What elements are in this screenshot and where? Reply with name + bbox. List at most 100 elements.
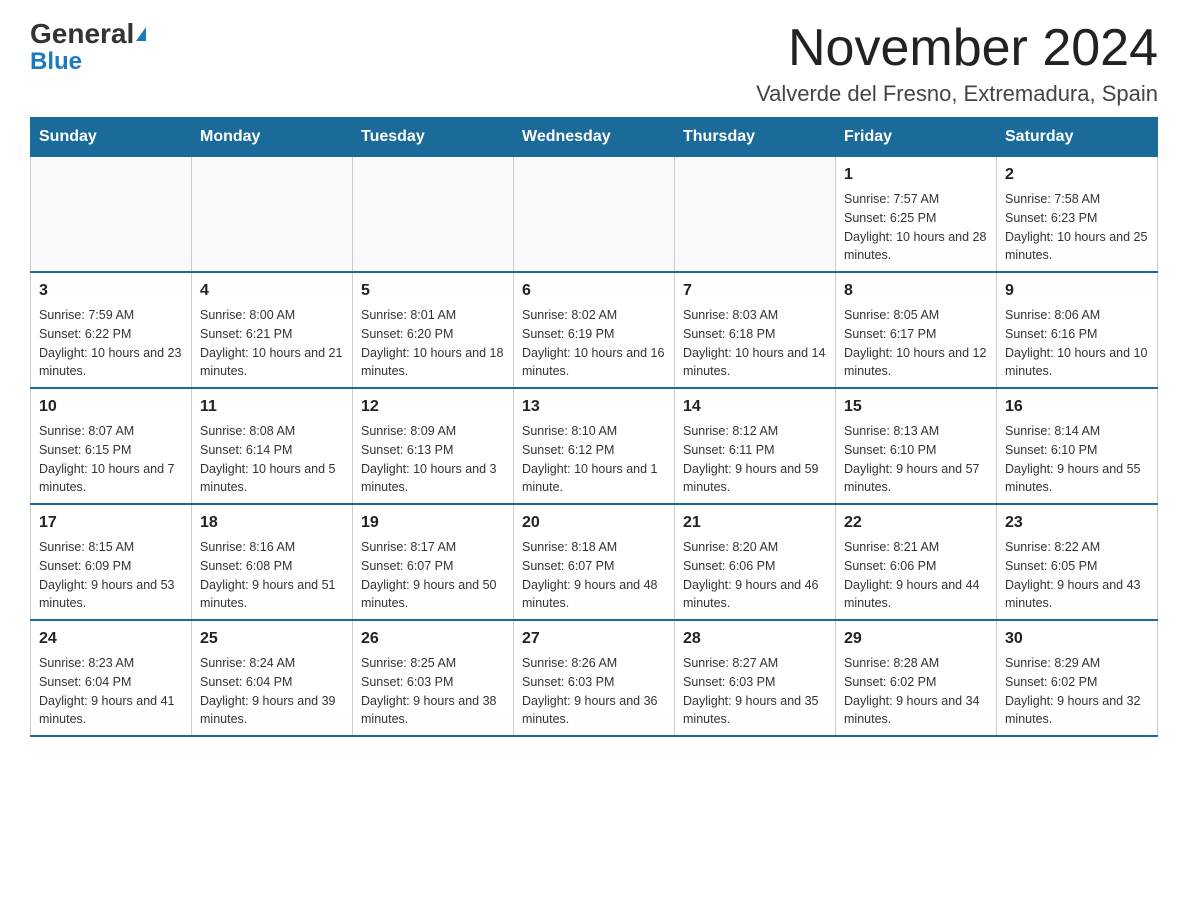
calendar-cell: 5 Sunrise: 8:01 AM Sunset: 6:20 PM Daylig… xyxy=(353,272,514,388)
day-info: Sunrise: 8:26 AM Sunset: 6:03 PM Dayligh… xyxy=(522,654,666,729)
calendar-header-row: SundayMondayTuesdayWednesdayThursdayFrid… xyxy=(31,118,1158,157)
day-info: Sunrise: 8:22 AM Sunset: 6:05 PM Dayligh… xyxy=(1005,538,1149,613)
day-info: Sunrise: 8:01 AM Sunset: 6:20 PM Dayligh… xyxy=(361,306,505,381)
day-info: Sunrise: 8:21 AM Sunset: 6:06 PM Dayligh… xyxy=(844,538,988,613)
calendar-cell xyxy=(353,157,514,273)
day-info: Sunrise: 8:12 AM Sunset: 6:11 PM Dayligh… xyxy=(683,422,827,497)
day-number: 23 xyxy=(1005,511,1149,535)
logo: General Blue xyxy=(30,20,146,76)
day-number: 26 xyxy=(361,627,505,651)
calendar-week-row: 24 Sunrise: 8:23 AM Sunset: 6:04 PM Dayli… xyxy=(31,620,1158,736)
day-number: 11 xyxy=(200,395,344,419)
calendar-cell: 26 Sunrise: 8:25 AM Sunset: 6:03 PM Dayli… xyxy=(353,620,514,736)
day-info: Sunrise: 7:59 AM Sunset: 6:22 PM Dayligh… xyxy=(39,306,183,381)
calendar-cell: 29Sunrise: 8:28 AM Sunset: 6:02 PM Dayli… xyxy=(836,620,997,736)
header-thursday: Thursday xyxy=(675,118,836,157)
calendar-week-row: 17 Sunrise: 8:15 AM Sunset: 6:09 PM Dayli… xyxy=(31,504,1158,620)
day-info: Sunrise: 8:08 AM Sunset: 6:14 PM Dayligh… xyxy=(200,422,344,497)
day-number: 2 xyxy=(1005,163,1149,187)
day-info: Sunrise: 7:58 AM Sunset: 6:23 PM Dayligh… xyxy=(1005,190,1149,265)
calendar-cell: 1 Sunrise: 7:57 AM Sunset: 6:25 PM Daylig… xyxy=(836,157,997,273)
calendar-location: Valverde del Fresno, Extremadura, Spain xyxy=(756,81,1158,107)
day-info: Sunrise: 7:57 AM Sunset: 6:25 PM Dayligh… xyxy=(844,190,988,265)
calendar-table: SundayMondayTuesdayWednesdayThursdayFrid… xyxy=(30,117,1158,737)
calendar-cell xyxy=(192,157,353,273)
day-number: 25 xyxy=(200,627,344,651)
day-info: Sunrise: 8:03 AM Sunset: 6:18 PM Dayligh… xyxy=(683,306,827,381)
page-header: General Blue November 2024 Valverde del … xyxy=(30,20,1158,107)
calendar-cell: 13Sunrise: 8:10 AM Sunset: 6:12 PM Dayli… xyxy=(514,388,675,504)
day-number: 7 xyxy=(683,279,827,303)
day-info: Sunrise: 8:07 AM Sunset: 6:15 PM Dayligh… xyxy=(39,422,183,497)
calendar-cell: 16 Sunrise: 8:14 AM Sunset: 6:10 PM Dayli… xyxy=(997,388,1158,504)
calendar-cell: 19 Sunrise: 8:17 AM Sunset: 6:07 PM Dayli… xyxy=(353,504,514,620)
calendar-cell: 11 Sunrise: 8:08 AM Sunset: 6:14 PM Dayli… xyxy=(192,388,353,504)
calendar-cell: 20 Sunrise: 8:18 AM Sunset: 6:07 PM Dayli… xyxy=(514,504,675,620)
day-info: Sunrise: 8:23 AM Sunset: 6:04 PM Dayligh… xyxy=(39,654,183,729)
header-wednesday: Wednesday xyxy=(514,118,675,157)
calendar-cell: 25 Sunrise: 8:24 AM Sunset: 6:04 PM Dayli… xyxy=(192,620,353,736)
calendar-week-row: 3 Sunrise: 7:59 AM Sunset: 6:22 PM Daylig… xyxy=(31,272,1158,388)
calendar-cell: 14 Sunrise: 8:12 AM Sunset: 6:11 PM Dayli… xyxy=(675,388,836,504)
day-number: 10 xyxy=(39,395,183,419)
day-info: Sunrise: 8:14 AM Sunset: 6:10 PM Dayligh… xyxy=(1005,422,1149,497)
day-number: 22 xyxy=(844,511,988,535)
day-number: 6 xyxy=(522,279,666,303)
calendar-cell: 10 Sunrise: 8:07 AM Sunset: 6:15 PM Dayli… xyxy=(31,388,192,504)
day-info: Sunrise: 8:09 AM Sunset: 6:13 PM Dayligh… xyxy=(361,422,505,497)
day-info: Sunrise: 8:00 AM Sunset: 6:21 PM Dayligh… xyxy=(200,306,344,381)
calendar-cell: 6 Sunrise: 8:02 AM Sunset: 6:19 PM Daylig… xyxy=(514,272,675,388)
day-number: 24 xyxy=(39,627,183,651)
day-number: 17 xyxy=(39,511,183,535)
day-info: Sunrise: 8:02 AM Sunset: 6:19 PM Dayligh… xyxy=(522,306,666,381)
calendar-cell: 7 Sunrise: 8:03 AM Sunset: 6:18 PM Daylig… xyxy=(675,272,836,388)
calendar-cell xyxy=(675,157,836,273)
calendar-week-row: 10 Sunrise: 8:07 AM Sunset: 6:15 PM Dayli… xyxy=(31,388,1158,504)
calendar-cell: 24 Sunrise: 8:23 AM Sunset: 6:04 PM Dayli… xyxy=(31,620,192,736)
day-info: Sunrise: 8:27 AM Sunset: 6:03 PM Dayligh… xyxy=(683,654,827,729)
day-number: 28 xyxy=(683,627,827,651)
calendar-cell xyxy=(514,157,675,273)
day-number: 15 xyxy=(844,395,988,419)
calendar-cell: 30Sunrise: 8:29 AM Sunset: 6:02 PM Dayli… xyxy=(997,620,1158,736)
calendar-week-row: 1 Sunrise: 7:57 AM Sunset: 6:25 PM Daylig… xyxy=(31,157,1158,273)
day-info: Sunrise: 8:25 AM Sunset: 6:03 PM Dayligh… xyxy=(361,654,505,729)
calendar-cell: 17 Sunrise: 8:15 AM Sunset: 6:09 PM Dayli… xyxy=(31,504,192,620)
day-info: Sunrise: 8:17 AM Sunset: 6:07 PM Dayligh… xyxy=(361,538,505,613)
calendar-cell: 8 Sunrise: 8:05 AM Sunset: 6:17 PM Daylig… xyxy=(836,272,997,388)
logo-text-blue: Blue xyxy=(30,48,82,75)
day-number: 1 xyxy=(844,163,988,187)
day-number: 16 xyxy=(1005,395,1149,419)
calendar-cell: 18 Sunrise: 8:16 AM Sunset: 6:08 PM Dayli… xyxy=(192,504,353,620)
day-number: 4 xyxy=(200,279,344,303)
calendar-cell: 12 Sunrise: 8:09 AM Sunset: 6:13 PM Dayli… xyxy=(353,388,514,504)
day-info: Sunrise: 8:20 AM Sunset: 6:06 PM Dayligh… xyxy=(683,538,827,613)
day-number: 18 xyxy=(200,511,344,535)
logo-text-general: General xyxy=(30,20,134,48)
day-number: 8 xyxy=(844,279,988,303)
day-info: Sunrise: 8:05 AM Sunset: 6:17 PM Dayligh… xyxy=(844,306,988,381)
day-number: 30 xyxy=(1005,627,1149,651)
day-number: 5 xyxy=(361,279,505,303)
day-info: Sunrise: 8:18 AM Sunset: 6:07 PM Dayligh… xyxy=(522,538,666,613)
calendar-title: November 2024 xyxy=(756,20,1158,77)
day-number: 13 xyxy=(522,395,666,419)
calendar-cell: 9Sunrise: 8:06 AM Sunset: 6:16 PM Daylig… xyxy=(997,272,1158,388)
day-number: 20 xyxy=(522,511,666,535)
day-info: Sunrise: 8:16 AM Sunset: 6:08 PM Dayligh… xyxy=(200,538,344,613)
day-number: 14 xyxy=(683,395,827,419)
day-info: Sunrise: 8:28 AM Sunset: 6:02 PM Dayligh… xyxy=(844,654,988,729)
calendar-cell: 4 Sunrise: 8:00 AM Sunset: 6:21 PM Daylig… xyxy=(192,272,353,388)
day-info: Sunrise: 8:06 AM Sunset: 6:16 PM Dayligh… xyxy=(1005,306,1149,381)
day-info: Sunrise: 8:24 AM Sunset: 6:04 PM Dayligh… xyxy=(200,654,344,729)
calendar-cell: 21 Sunrise: 8:20 AM Sunset: 6:06 PM Dayli… xyxy=(675,504,836,620)
day-number: 12 xyxy=(361,395,505,419)
day-info: Sunrise: 8:15 AM Sunset: 6:09 PM Dayligh… xyxy=(39,538,183,613)
calendar-cell: 15Sunrise: 8:13 AM Sunset: 6:10 PM Dayli… xyxy=(836,388,997,504)
header-saturday: Saturday xyxy=(997,118,1158,157)
day-number: 3 xyxy=(39,279,183,303)
day-number: 21 xyxy=(683,511,827,535)
day-number: 27 xyxy=(522,627,666,651)
day-number: 19 xyxy=(361,511,505,535)
calendar-cell: 27 Sunrise: 8:26 AM Sunset: 6:03 PM Dayli… xyxy=(514,620,675,736)
